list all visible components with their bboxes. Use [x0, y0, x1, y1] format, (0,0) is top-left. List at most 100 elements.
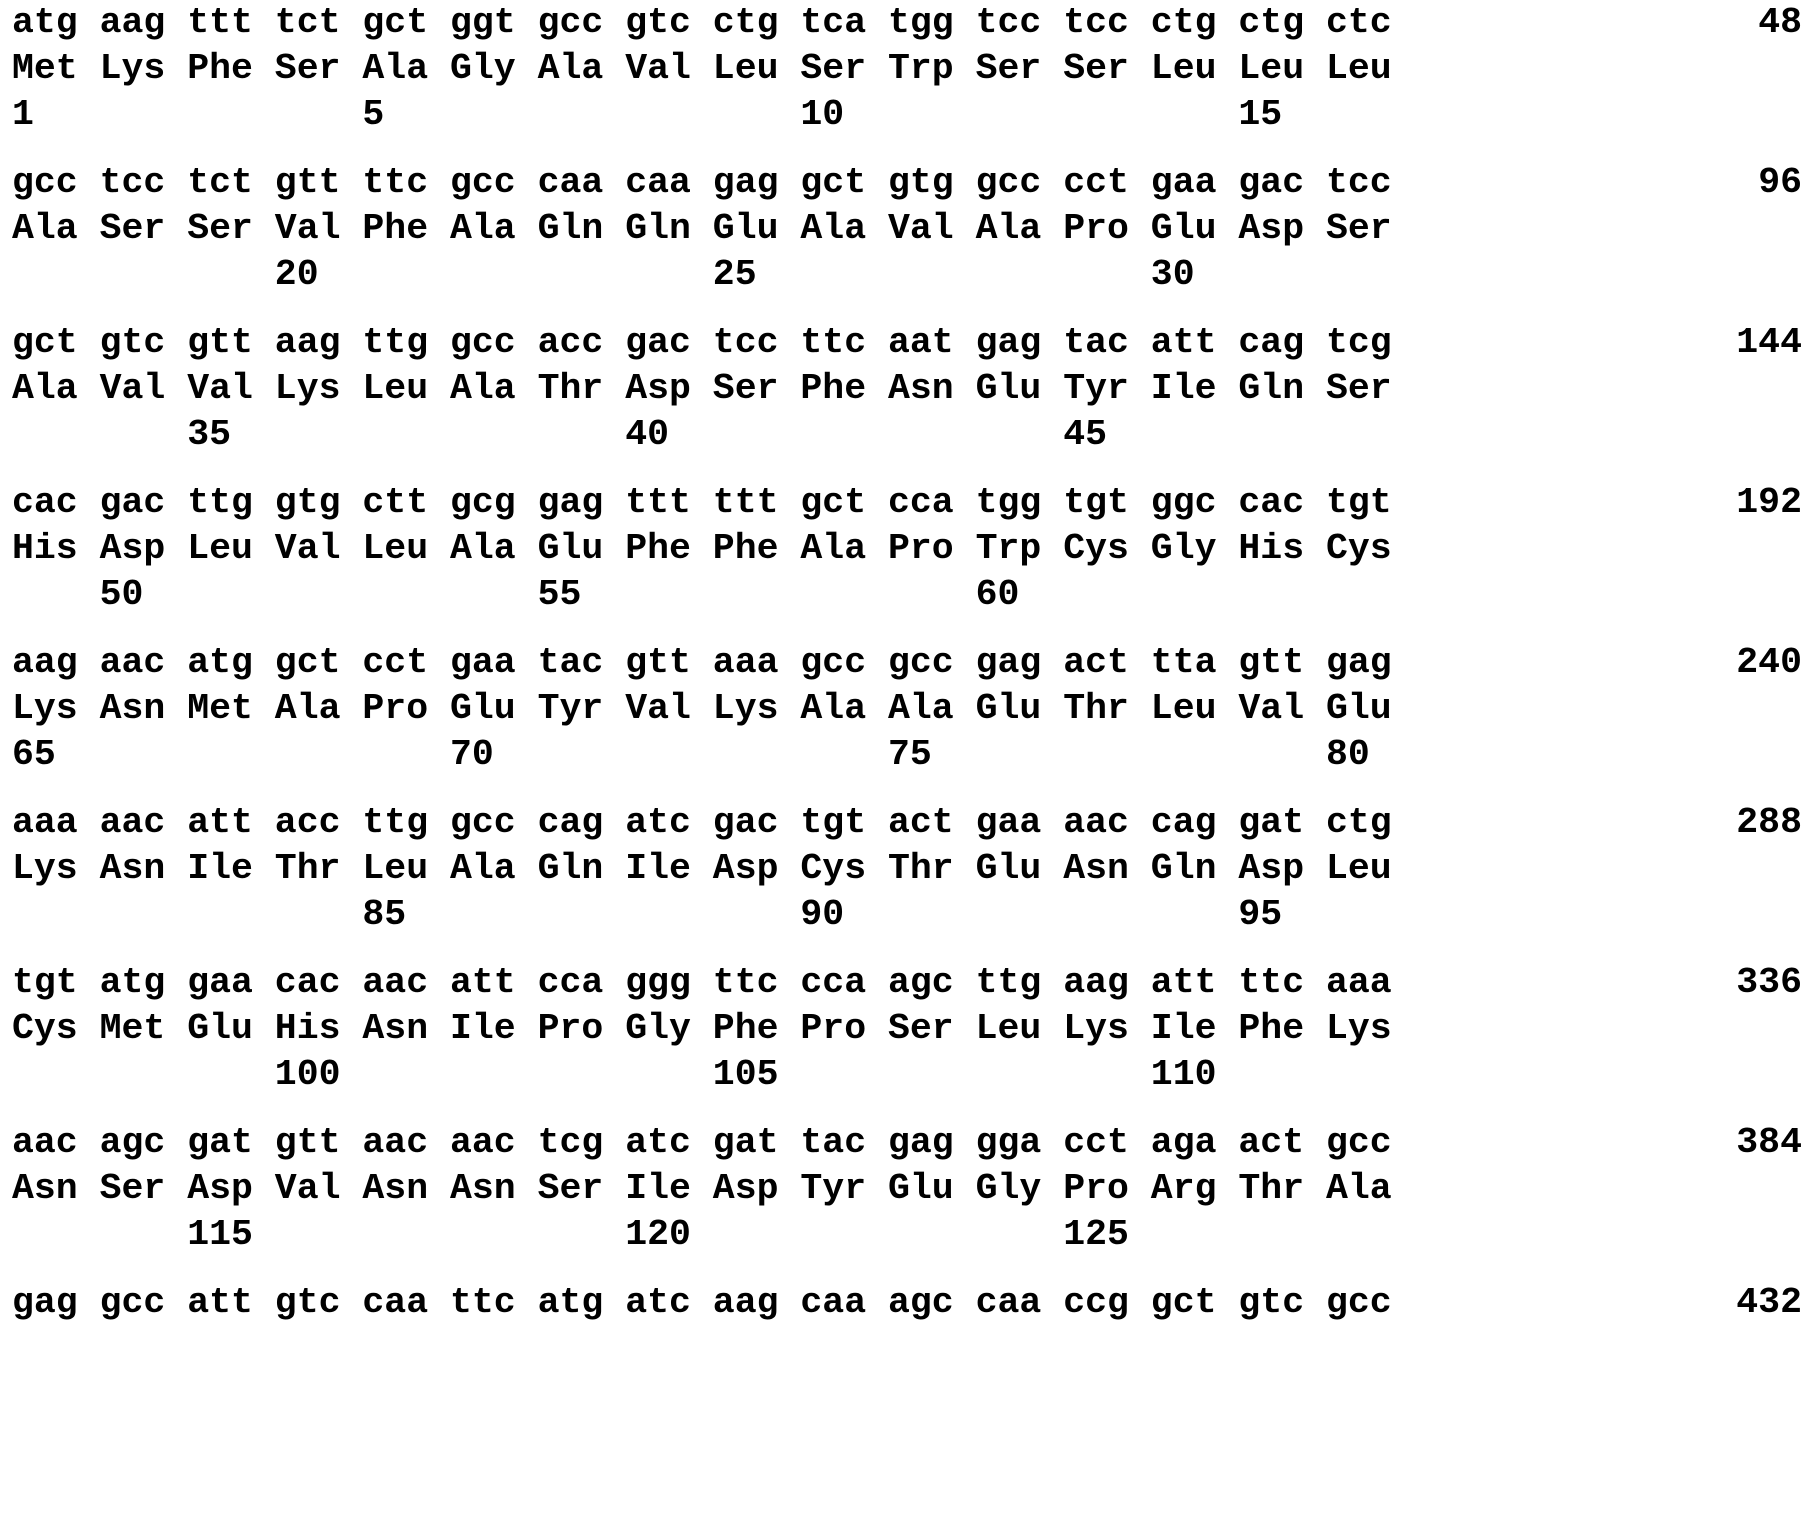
nucleotide-count: 432	[1662, 1280, 1802, 1326]
amino-acid: Cys	[1063, 526, 1153, 572]
codon: aac	[362, 1120, 452, 1166]
amino-acid: Ala	[275, 686, 365, 732]
codon: ctg	[713, 0, 803, 46]
amino-acid: Glu	[976, 686, 1066, 732]
amino-acid: Pro	[800, 1006, 890, 1052]
codon: tcc	[713, 320, 803, 366]
codon: cag	[1238, 320, 1328, 366]
codon: tgt	[800, 800, 890, 846]
amino-acid: Leu	[362, 846, 452, 892]
codon: att	[1151, 960, 1241, 1006]
sequence-block: gctgtcgttaagttggccaccgactccttcaatgagtaca…	[12, 320, 1802, 460]
codon: atg	[100, 960, 190, 1006]
amino-acid: Pro	[1063, 206, 1153, 252]
codon: aat	[888, 320, 978, 366]
amino-acid: Ala	[1326, 1166, 1416, 1212]
amino-acid: Ile	[187, 846, 277, 892]
amino-acid: Asn	[888, 366, 978, 412]
amino-acid: Val	[625, 46, 715, 92]
codon: cag	[538, 800, 628, 846]
codon: gct	[362, 0, 452, 46]
codon: atg	[12, 0, 102, 46]
codon: aac	[100, 800, 190, 846]
codon: ttc	[713, 960, 803, 1006]
codon: act	[888, 800, 978, 846]
amino-acid: Ala	[976, 206, 1066, 252]
codon: gct	[1151, 1280, 1241, 1326]
amino-acid: Ala	[888, 686, 978, 732]
codon: gaa	[976, 800, 1066, 846]
codon: ttt	[625, 480, 715, 526]
codon: agc	[100, 1120, 190, 1166]
codon: atc	[625, 1280, 715, 1326]
amino-acid: Asn	[362, 1006, 452, 1052]
codon: atc	[625, 800, 715, 846]
amino-acid: Ser	[976, 46, 1066, 92]
amino-acid: Leu	[713, 46, 803, 92]
codon: agc	[888, 1280, 978, 1326]
amino-acid: Met	[187, 686, 277, 732]
amino-acid: Pro	[888, 526, 978, 572]
amino-acid: Leu	[1326, 46, 1416, 92]
codon: ctt	[362, 480, 452, 526]
codon: gat	[713, 1120, 803, 1166]
amino-acid: Lys	[713, 686, 803, 732]
codon: gga	[976, 1120, 1066, 1166]
amino-acid: Glu	[187, 1006, 277, 1052]
sequence-block: cacgacttggtgcttgcggagttttttgctccatggtgtg…	[12, 480, 1802, 620]
amino-acid: Leu	[1326, 846, 1416, 892]
sequence-block: gaggccattgtccaattcatgatcaagcaaagccaaccgg…	[12, 1280, 1802, 1420]
nucleotide-count: 192	[1662, 480, 1802, 526]
sequence-block: aaaaacattaccttggcccagatcgactgtactgaaaacc…	[12, 800, 1802, 940]
amino-acid: Ala	[800, 526, 890, 572]
codon: ctg	[1326, 800, 1416, 846]
codon: ctg	[1151, 0, 1241, 46]
codon: ttg	[362, 800, 452, 846]
residue-number: 1	[12, 92, 102, 138]
amino-acid: His	[275, 1006, 365, 1052]
amino-acid: Cys	[12, 1006, 102, 1052]
codon: gct	[800, 160, 890, 206]
residue-number: 40	[625, 412, 715, 458]
codon: cac	[275, 960, 365, 1006]
codon: ttc	[800, 320, 890, 366]
codon: gac	[100, 480, 190, 526]
codon: tgg	[976, 480, 1066, 526]
codon: atg	[187, 640, 277, 686]
residue-number: 60	[976, 572, 1066, 618]
codon: gtc	[275, 1280, 365, 1326]
amino-acid: Glu	[976, 366, 1066, 412]
codon: agc	[888, 960, 978, 1006]
amino-acid: Pro	[362, 686, 452, 732]
amino-acid: Lys	[1063, 1006, 1153, 1052]
codon: att	[187, 1280, 277, 1326]
amino-acid: Gln	[538, 206, 628, 252]
amino-acid: Val	[1238, 686, 1328, 732]
codon: tta	[1151, 640, 1241, 686]
amino-acid: Leu	[976, 1006, 1066, 1052]
codon: gag	[888, 1120, 978, 1166]
codon: gtg	[888, 160, 978, 206]
codon: tgt	[1063, 480, 1153, 526]
amino-acid: Ser	[187, 206, 277, 252]
codon: tcc	[1063, 0, 1153, 46]
amino-acid: Val	[888, 206, 978, 252]
amino-acid: Leu	[362, 526, 452, 572]
codon: tac	[538, 640, 628, 686]
codon: tac	[1063, 320, 1153, 366]
amino-acid: Leu	[362, 366, 452, 412]
residue-number: 25	[713, 252, 803, 298]
amino-acid: Lys	[275, 366, 365, 412]
amino-acid: Glu	[1326, 686, 1416, 732]
amino-acid: Cys	[1326, 526, 1416, 572]
amino-acid: Ile	[1151, 1006, 1241, 1052]
codon: cca	[888, 480, 978, 526]
codon: tgt	[1326, 480, 1416, 526]
amino-acid: Ser	[1063, 46, 1153, 92]
sequence-listing: atgaagttttctgctggtgccgtcctgtcatggtcctccc…	[12, 0, 1802, 1524]
amino-acid: Asn	[362, 1166, 452, 1212]
nucleotide-count: 288	[1662, 800, 1802, 846]
amino-acid: Asp	[187, 1166, 277, 1212]
amino-acid: Pro	[538, 1006, 628, 1052]
codon: gtt	[1238, 640, 1328, 686]
